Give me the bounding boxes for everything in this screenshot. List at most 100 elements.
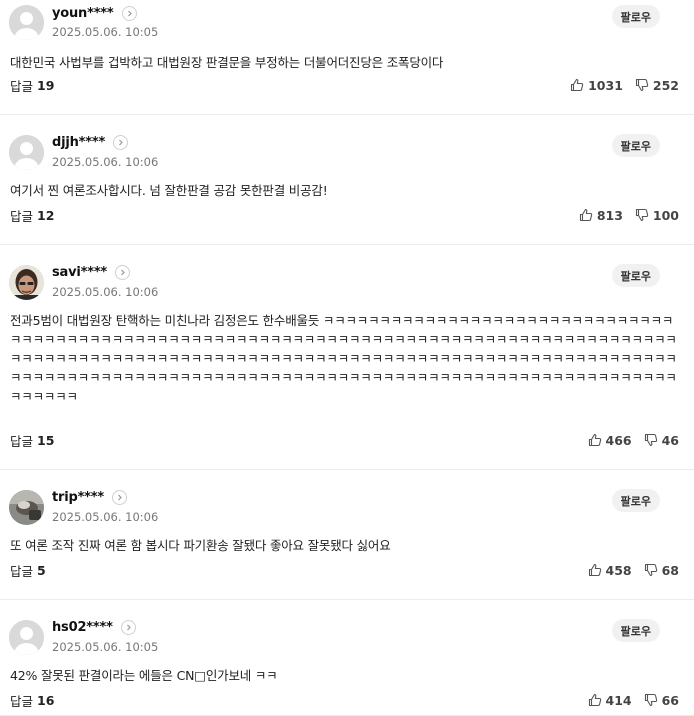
nickname[interactable]: savi**** (52, 265, 107, 280)
comment-text: 전과5범이 대법원장 탄핵하는 미친나라 김정은도 한수배울듯 ㅋㅋㅋㅋㅋㅋㅋㅋ… (10, 313, 677, 404)
comment-actions: 답글 5 458 68 (0, 561, 694, 579)
default-avatar-icon (9, 620, 44, 655)
comment-text: 대한민국 사법부를 겁박하고 대법원장 판결문을 부정하는 더불어더진당은 조폭… (10, 55, 444, 70)
comment-date: 2025.05.06. 10:05 (52, 640, 159, 654)
photo-avatar-object-icon (9, 490, 44, 525)
reply-button[interactable]: 답글 19 (10, 76, 54, 94)
thumbs-up-icon (579, 208, 593, 222)
profile-arrow-button[interactable] (121, 5, 137, 21)
avatar[interactable] (9, 620, 44, 655)
like-button[interactable]: 813 (579, 208, 623, 223)
chevron-right-icon (119, 139, 123, 145)
comment-item: youn**** 2025.05.06. 10:05 팔로우 대한민국 사법부를… (0, 0, 694, 115)
thumbs-up-icon (588, 563, 601, 577)
comment-item: hs02**** 2025.05.06. 10:05 팔로우 42% 잘못된 판… (0, 600, 694, 716)
thumbs-down-icon (635, 78, 649, 92)
chevron-right-icon (126, 624, 131, 630)
dislike-count: 66 (661, 692, 679, 708)
comment-actions: 답글 19 1031 252 (0, 76, 694, 94)
like-button[interactable]: 458 (588, 563, 632, 578)
follow-button[interactable]: 팔로우 (611, 134, 660, 157)
comment-date: 2025.05.06. 10:05 (52, 25, 159, 39)
comment-actions: 답글 12 813 100 (0, 206, 694, 224)
default-avatar-icon (9, 135, 44, 170)
like-button[interactable]: 466 (588, 433, 632, 448)
comment-actions: 답글 16 414 66 (0, 691, 694, 709)
reply-label: 답글 (10, 693, 34, 709)
photo-avatar-face-icon (9, 265, 44, 300)
dislike-button[interactable]: 252 (635, 78, 679, 93)
profile-arrow-button[interactable] (113, 134, 129, 150)
like-count: 458 (605, 562, 632, 578)
dislike-count: 68 (661, 562, 679, 578)
like-button[interactable]: 1031 (570, 78, 623, 93)
nickname[interactable]: trip**** (52, 490, 104, 505)
reply-button[interactable]: 답글 12 (10, 206, 54, 224)
reply-label: 답글 (10, 433, 34, 449)
reply-count: 19 (37, 77, 55, 93)
follow-button[interactable]: 팔로우 (611, 619, 660, 642)
nickname-row: youn**** (52, 4, 137, 22)
reply-count: 16 (37, 692, 55, 708)
reply-button[interactable]: 답글 15 (10, 431, 54, 449)
comment-actions: 답글 15 466 46 (0, 431, 694, 449)
chevron-right-icon (127, 10, 132, 16)
comment-text: 여기서 찐 여론조사합시다. 넘 잘한판결 공감 못한판결 비공감! (10, 183, 328, 198)
follow-button[interactable]: 팔로우 (611, 489, 660, 512)
vote-group: 1031 252 (570, 76, 679, 94)
vote-group: 466 46 (588, 431, 679, 449)
profile-arrow-button[interactable] (111, 489, 127, 505)
reply-button[interactable]: 답글 5 (10, 561, 46, 579)
chevron-right-icon (121, 269, 125, 275)
reply-label: 답글 (10, 78, 34, 94)
nickname[interactable]: djjh**** (52, 135, 105, 150)
comment-item: trip**** 2025.05.06. 10:06 팔로우 또 여론 조작 진… (0, 470, 694, 600)
profile-arrow-button[interactable] (115, 264, 131, 280)
comment-item: savi**** 2025.05.06. 10:06 팔로우 전과5범이 대법원… (0, 245, 694, 470)
reply-count: 12 (37, 207, 55, 223)
dislike-button[interactable]: 100 (635, 208, 679, 223)
reply-count: 15 (37, 432, 55, 448)
nickname-row: savi**** (52, 263, 131, 281)
comment-text: 42% 잘못된 판결이라는 에들은 CN□인가보네 ㅋㅋ (10, 668, 278, 683)
comment-item: djjh**** 2025.05.06. 10:06 팔로우 여기서 찐 여론조… (0, 115, 694, 245)
profile-arrow-button[interactable] (120, 619, 136, 635)
reply-label: 답글 (10, 563, 34, 579)
like-button[interactable]: 414 (588, 693, 632, 708)
thumbs-up-icon (588, 433, 601, 447)
reply-count: 5 (37, 562, 46, 578)
comment-date: 2025.05.06. 10:06 (52, 155, 159, 169)
like-count: 466 (605, 432, 632, 448)
nickname[interactable]: hs02**** (52, 620, 113, 635)
dislike-button[interactable]: 46 (644, 433, 679, 448)
dislike-button[interactable]: 66 (644, 693, 679, 708)
comment-date: 2025.05.06. 10:06 (52, 510, 159, 524)
like-count: 813 (596, 207, 623, 223)
comment-text: 또 여론 조작 진짜 여론 함 봅시다 파기환송 잘됐다 좋아요 잘못됐다 싫어… (10, 538, 391, 553)
avatar[interactable] (9, 265, 44, 300)
dislike-count: 46 (661, 432, 679, 448)
reply-button[interactable]: 답글 16 (10, 691, 54, 709)
avatar[interactable] (9, 490, 44, 525)
avatar[interactable] (9, 135, 44, 170)
dislike-count: 100 (652, 207, 679, 223)
vote-group: 414 66 (588, 691, 679, 709)
thumbs-down-icon (644, 693, 657, 707)
reply-label: 답글 (10, 208, 34, 224)
follow-button[interactable]: 팔로우 (611, 5, 660, 28)
thumbs-down-icon (644, 563, 657, 577)
comment-date: 2025.05.06. 10:06 (52, 285, 159, 299)
follow-button[interactable]: 팔로우 (611, 264, 660, 287)
dislike-button[interactable]: 68 (644, 563, 679, 578)
thumbs-down-icon (635, 208, 649, 222)
like-count: 414 (605, 692, 632, 708)
nickname[interactable]: youn**** (52, 6, 114, 21)
default-avatar-icon (9, 5, 44, 40)
comment-list: youn**** 2025.05.06. 10:05 팔로우 대한민국 사법부를… (0, 0, 694, 716)
like-count: 1031 (588, 77, 623, 93)
thumbs-down-icon (644, 433, 657, 447)
thumbs-up-icon (571, 78, 584, 92)
nickname-row: djjh**** (52, 133, 129, 151)
vote-group: 458 68 (588, 561, 679, 579)
avatar[interactable] (9, 5, 44, 40)
